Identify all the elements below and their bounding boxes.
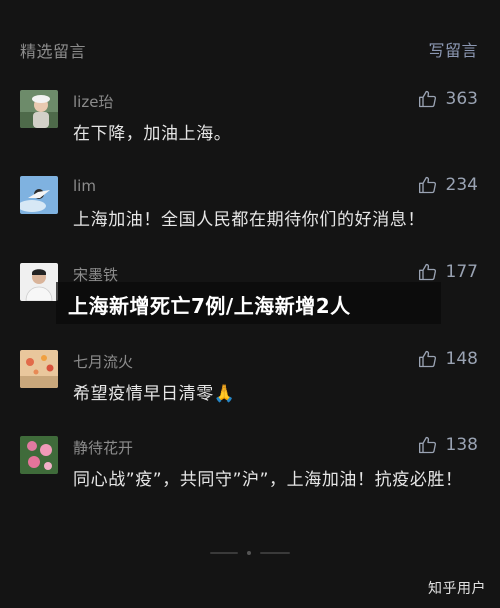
scroll-dot <box>247 551 251 555</box>
person-with-hat-avatar[interactable] <box>20 90 58 128</box>
scroll-track-right <box>260 552 290 554</box>
write-comment-button[interactable]: 写留言 <box>428 37 478 61</box>
like-count: 363 <box>445 89 478 109</box>
scroll-indicator <box>210 551 290 555</box>
like-count: 148 <box>445 349 478 369</box>
watermark: 知乎用户 <box>428 581 486 597</box>
comment-content: 同心战”疫”，共同守”沪”，上海加油！抗疫必胜！ <box>73 470 463 490</box>
comment-username[interactable]: lize珆 <box>73 91 113 112</box>
comment-username[interactable]: lim <box>73 177 96 195</box>
thumbs-up-icon <box>418 90 436 108</box>
comment-content: 希望疫情早日清零🙏 <box>73 384 236 404</box>
comment-content: 在下降，加油上海。 <box>73 124 232 144</box>
thumbs-up-icon <box>418 350 436 368</box>
header-title: 精选留言 <box>20 42 87 61</box>
like-button[interactable]: 234 <box>418 174 478 196</box>
headline-overlay: 上海新增死亡7例/上海新增2人 <box>56 282 441 324</box>
thumbs-up-icon <box>418 176 436 194</box>
comment-username[interactable]: 静待花开 <box>73 437 133 458</box>
thumbs-up-icon <box>418 436 436 454</box>
like-count: 177 <box>445 262 478 282</box>
comment-username[interactable]: 七月流火 <box>73 351 133 372</box>
blue-sky-avatar[interactable] <box>20 176 58 214</box>
scroll-track-left <box>210 552 238 554</box>
like-button[interactable]: 138 <box>418 434 478 456</box>
like-count: 138 <box>445 435 478 455</box>
like-button[interactable]: 177 <box>418 261 478 283</box>
flowers-avatar[interactable] <box>20 436 58 474</box>
portrait-avatar[interactable] <box>20 263 58 301</box>
like-button[interactable]: 363 <box>418 88 478 110</box>
thumbs-up-icon <box>418 263 436 281</box>
like-count: 234 <box>445 175 478 195</box>
like-button[interactable]: 148 <box>418 348 478 370</box>
comments-header: 精选留言 写留言 <box>0 0 500 84</box>
balloons-avatar[interactable] <box>20 350 58 388</box>
comment-content: 上海加油！全国人民都在期待你们的好消息！ <box>73 210 425 230</box>
headline-text: 上海新增死亡7例/上海新增2人 <box>68 294 351 318</box>
